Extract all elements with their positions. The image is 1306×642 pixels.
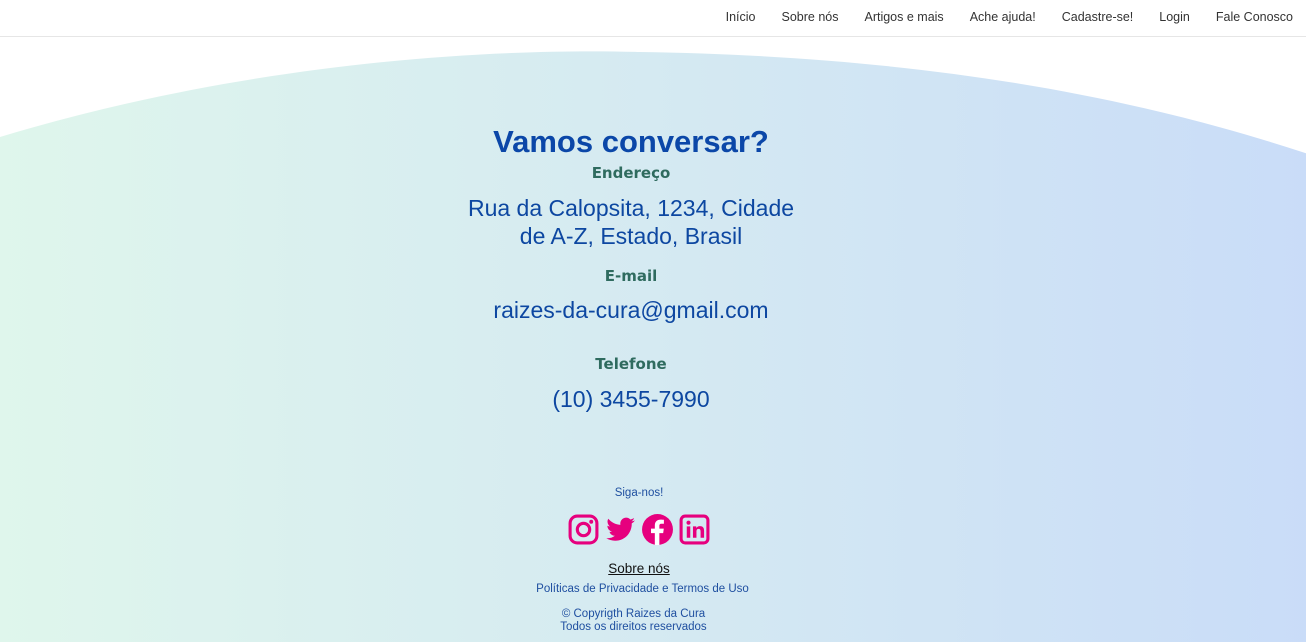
nav-item-login[interactable]: Login	[1159, 10, 1190, 24]
nav-item-ache-ajuda[interactable]: Ache ajuda!	[970, 10, 1036, 24]
address-value: Rua da Calopsita, 1234, Cidade de A-Z, E…	[467, 195, 795, 249]
nav-item-sobre-nos[interactable]: Sobre nós	[782, 10, 839, 24]
copyright: © Copyrigth Raizes da Cura Todos os dire…	[0, 608, 1267, 634]
nav-item-fale-conosco[interactable]: Fale Conosco	[1216, 10, 1293, 24]
nav-item-inicio[interactable]: Início	[726, 10, 756, 24]
nav-item-cadastre-se[interactable]: Cadastre-se!	[1062, 10, 1134, 24]
twitter-icon[interactable]	[604, 513, 637, 546]
address-label: Endereço	[591, 164, 671, 182]
follow-us-label: Siga-nos!	[614, 487, 664, 499]
about-us-link[interactable]: Sobre nós	[0, 561, 1278, 576]
top-navigation: Início Sobre nós Artigos e mais Ache aju…	[0, 0, 1306, 37]
email-value: raizes-da-cura@gmail.com	[493, 297, 769, 323]
nav-menu: Início Sobre nós Artigos e mais Ache aju…	[700, 0, 1293, 34]
policies-link[interactable]: Políticas de Privacidade e Termos de Uso	[0, 583, 1285, 595]
copyright-line-1: © Copyrigth Raizes da Cura	[561, 608, 706, 620]
phone-label: Telefone	[595, 355, 667, 373]
linkedin-icon[interactable]	[678, 513, 711, 546]
page: Início Sobre nós Artigos e mais Ache aju…	[0, 0, 1306, 642]
instagram-icon[interactable]	[567, 513, 600, 546]
phone-value: (10) 3455-7990	[552, 386, 710, 412]
social-links	[567, 513, 711, 546]
copyright-line-2: Todos os direitos reservados	[560, 621, 707, 633]
email-label: E-mail	[604, 267, 658, 285]
facebook-icon[interactable]	[641, 513, 674, 546]
contact-section: Vamos conversar? Endereço Rua da Calopsi…	[0, 0, 1306, 642]
page-title: Vamos conversar?	[493, 124, 769, 159]
nav-item-artigos[interactable]: Artigos e mais	[864, 10, 943, 24]
